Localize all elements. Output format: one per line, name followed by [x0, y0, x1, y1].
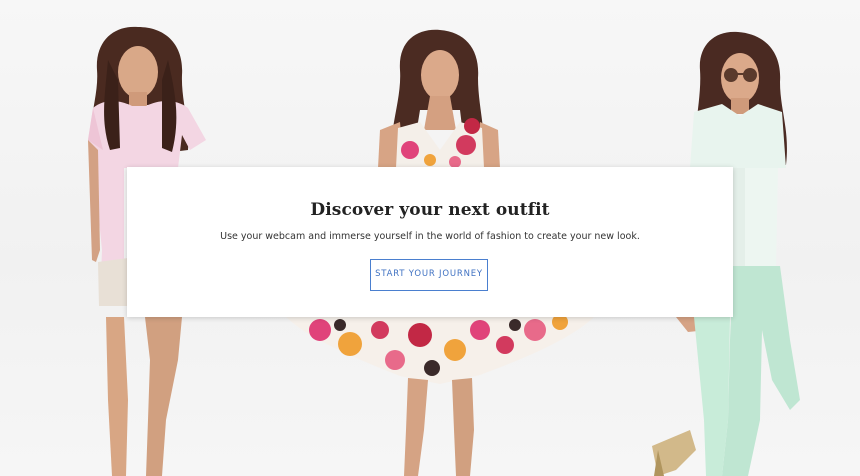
start-journey-button[interactable]: START YOUR JOURNEY: [370, 259, 488, 291]
hero-card: Discover your next outfit Use your webca…: [127, 167, 733, 317]
card-subtitle: Use your webcam and immerse yourself in …: [220, 231, 640, 242]
card-title: Discover your next outfit: [310, 200, 550, 220]
hero-banner: Discover your next outfit Use your webca…: [0, 0, 860, 476]
